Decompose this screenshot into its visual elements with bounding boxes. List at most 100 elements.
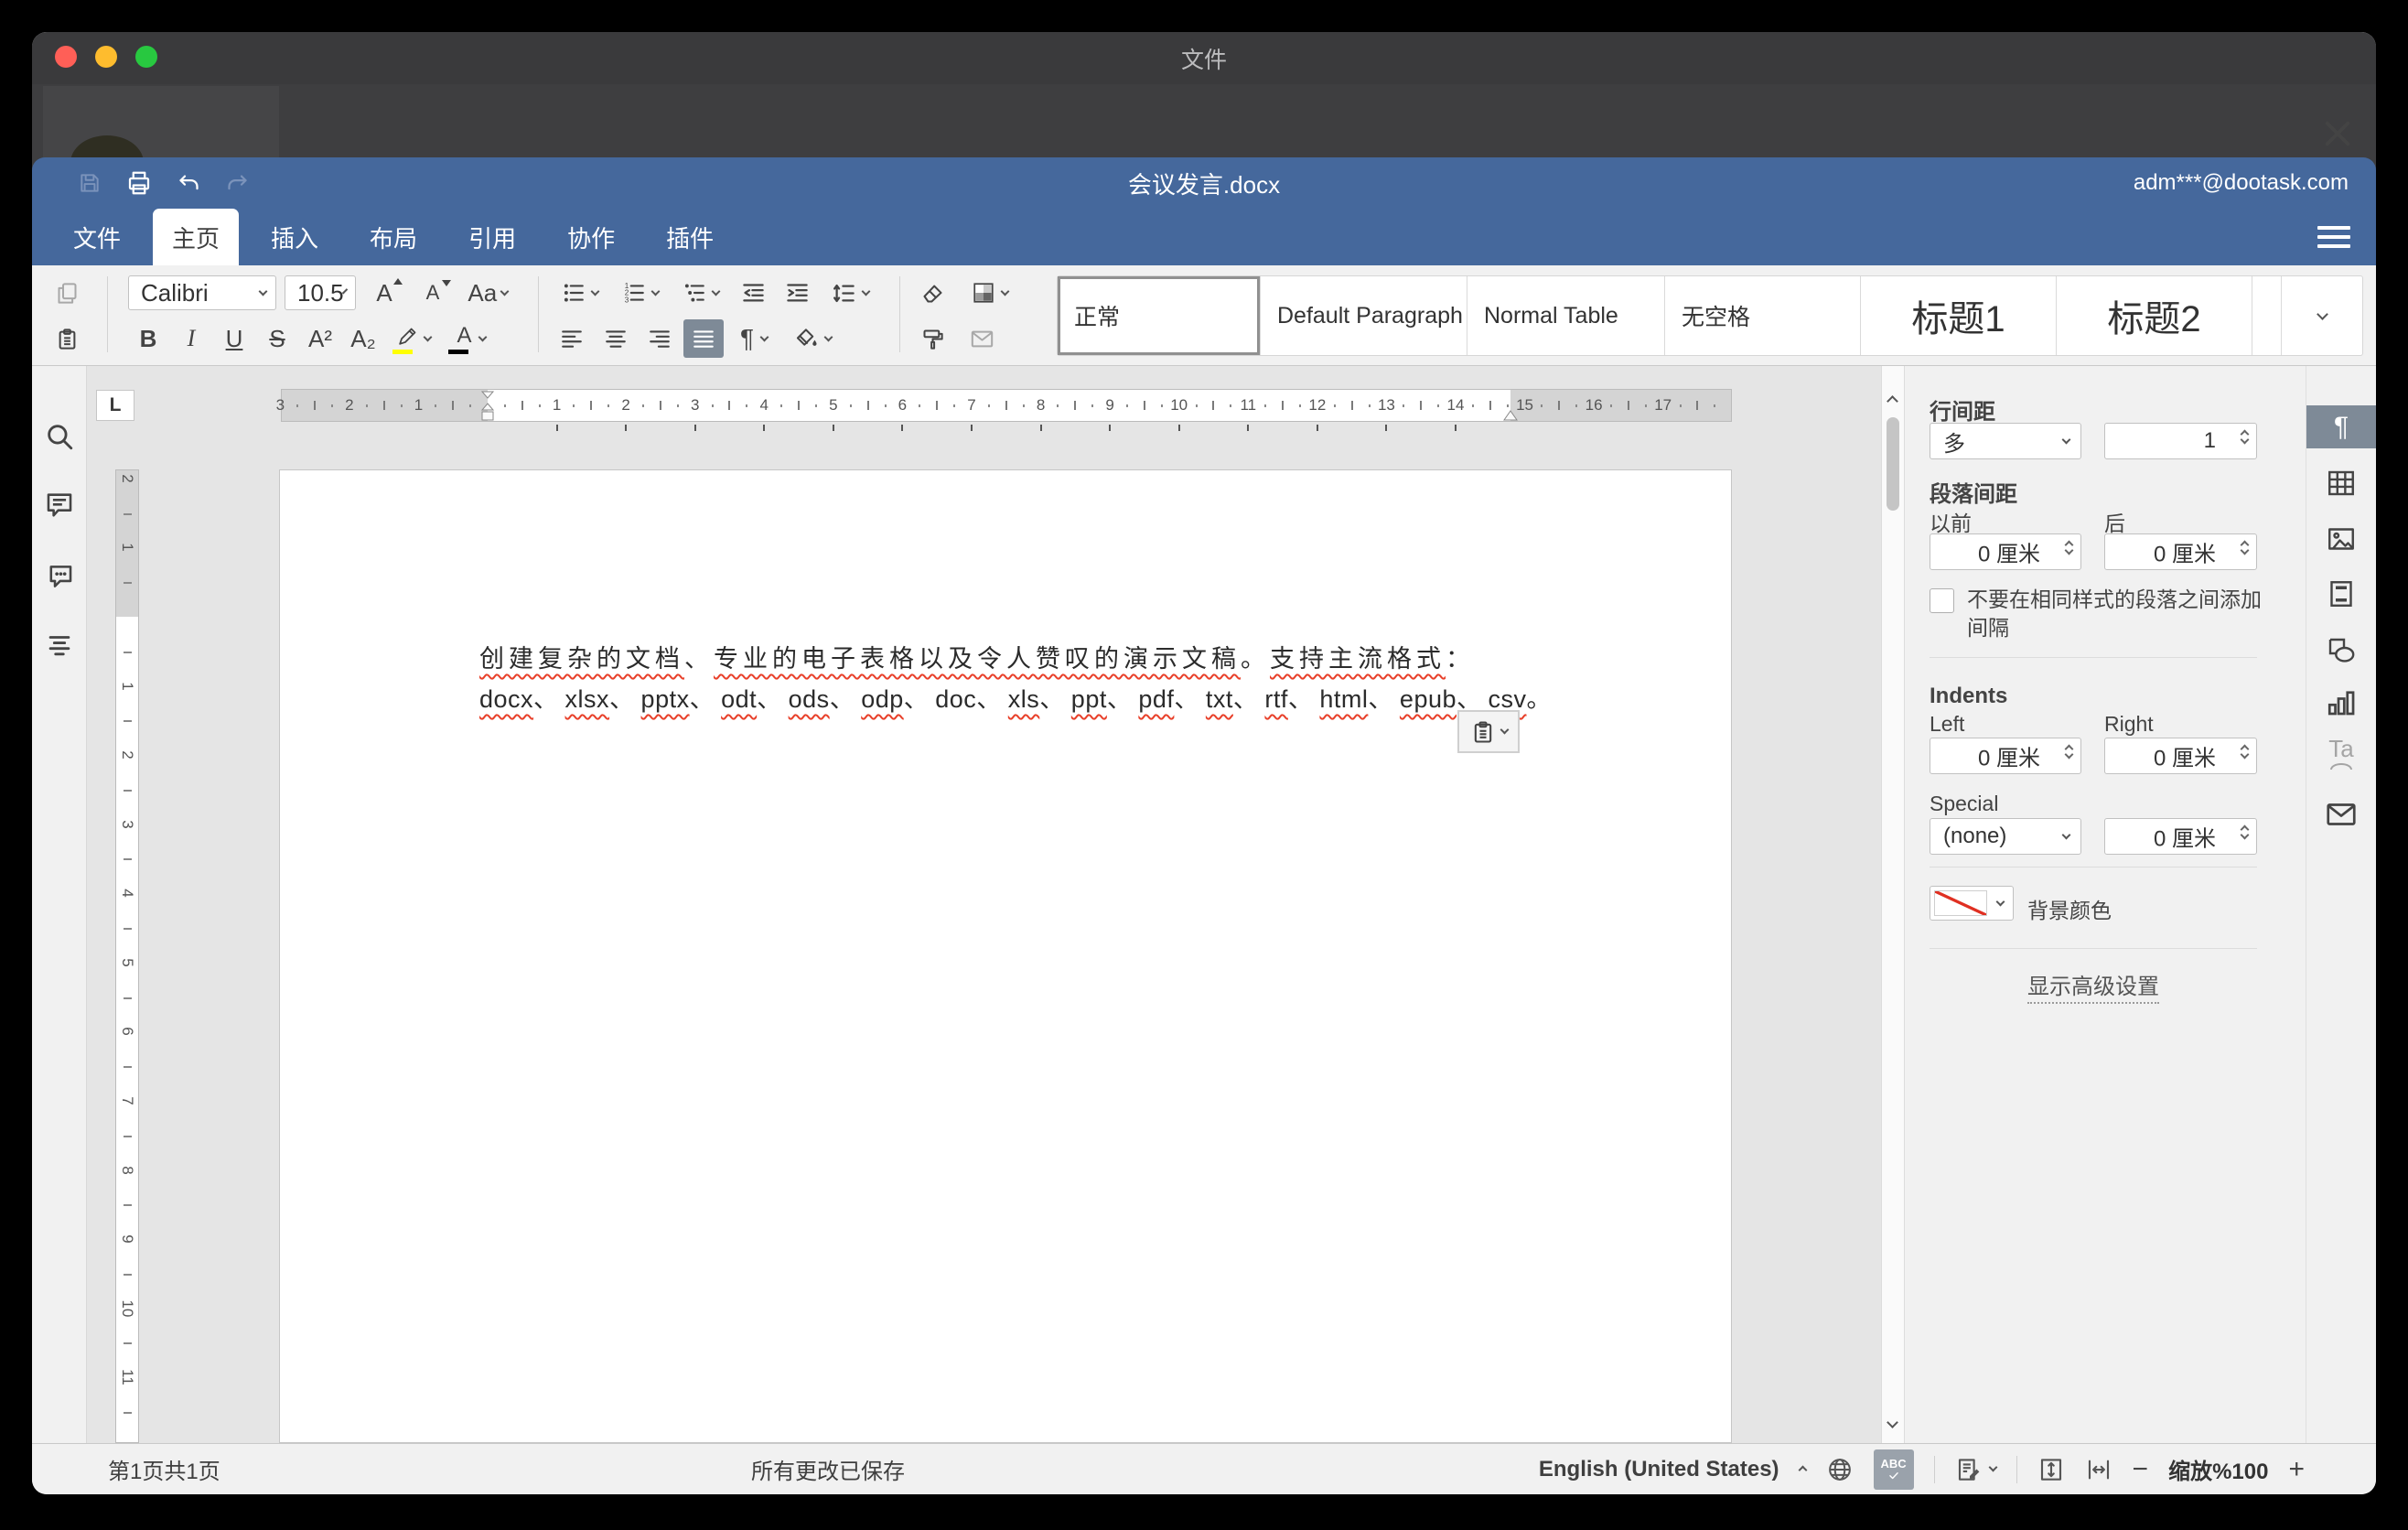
style-item[interactable]: 标题1 [1861, 276, 2057, 355]
decrease-font-button[interactable]: A [413, 274, 453, 312]
spacing-after-stepper[interactable]: 0 厘米 [2104, 533, 2257, 570]
zoom-level[interactable]: 缩放%100 [2168, 1453, 2268, 1485]
fit-width-icon[interactable] [2085, 1456, 2112, 1483]
superscript-button[interactable]: A² [300, 319, 340, 358]
line-spacing-value-stepper[interactable]: 1 [2104, 423, 2257, 459]
background-color-picker[interactable] [1930, 886, 2014, 921]
style-item[interactable]: 标题2 [2057, 276, 2252, 355]
stepper-arrows[interactable] [2241, 538, 2248, 554]
bold-button[interactable]: B [128, 319, 168, 358]
indent-right-stepper[interactable]: 0 厘米 [2104, 738, 2257, 774]
image-settings-icon[interactable] [2325, 523, 2358, 555]
special-select[interactable]: (none) [1930, 818, 2081, 855]
document-page[interactable]: 创建复杂的文档、专业的电子表格以及令人赞叹的演示文稿。支持主流格式： docx、… [279, 469, 1732, 1443]
scroll-down-icon[interactable] [1887, 1417, 1898, 1428]
align-left-button[interactable] [552, 319, 592, 358]
align-justify-button[interactable] [683, 319, 724, 358]
save-icon[interactable] [78, 171, 102, 195]
search-icon[interactable] [44, 421, 75, 452]
strikeout-button[interactable]: S [257, 319, 297, 358]
align-right-button[interactable] [640, 319, 680, 358]
page-number-status[interactable]: 第1页共1页 [108, 1444, 220, 1494]
special-amount-stepper[interactable]: 0 厘米 [2104, 818, 2257, 855]
ribbon-tab[interactable]: 主页 [153, 209, 239, 265]
line-spacing-button[interactable] [821, 274, 879, 312]
bullet-list-button[interactable] [552, 274, 608, 312]
fit-page-icon[interactable] [2037, 1456, 2065, 1483]
vertical-scrollbar[interactable] [1881, 366, 1904, 1443]
menu-hamburger-icon[interactable] [2317, 221, 2350, 253]
shape-settings-icon[interactable] [2325, 634, 2358, 667]
navigation-headings-icon[interactable] [44, 630, 75, 661]
indent-marker[interactable] [480, 390, 495, 423]
set-language-globe-icon[interactable] [1826, 1456, 1854, 1483]
tab-selector[interactable]: L [96, 390, 134, 421]
header-footer-settings-icon[interactable] [2325, 577, 2358, 610]
style-item[interactable]: Normal Table [1467, 276, 1665, 355]
track-changes-button[interactable] [1955, 1456, 1996, 1483]
stepper-arrows[interactable] [2066, 538, 2072, 554]
style-item[interactable]: Default Paragraph [1261, 276, 1467, 355]
style-gallery-expand-button[interactable] [2282, 276, 2362, 355]
color-scheme-button[interactable] [962, 274, 1018, 312]
increase-font-button[interactable]: A [364, 274, 404, 312]
comments-icon[interactable] [44, 490, 75, 521]
document-text[interactable]: 创建复杂的文档、专业的电子表格以及令人赞叹的演示文稿。支持主流格式： docx、… [479, 639, 1532, 719]
mail-merge-button[interactable] [962, 319, 1002, 358]
advanced-settings-link[interactable]: 显示高级设置 [1930, 968, 2257, 1000]
zoom-in-button[interactable]: + [2288, 1456, 2305, 1483]
subscript-button[interactable]: A₂ [343, 319, 383, 358]
multilevel-list-button[interactable] [672, 274, 729, 312]
align-center-button[interactable] [596, 319, 636, 358]
indent-left-stepper[interactable]: 0 厘米 [1930, 738, 2081, 774]
spellcheck-toggle[interactable]: ABC [1874, 1449, 1914, 1490]
mail-merge-settings-icon[interactable] [2325, 798, 2358, 831]
underline-button[interactable]: U [214, 319, 254, 358]
chat-icon[interactable] [44, 561, 75, 592]
style-item[interactable]: 正常 [1058, 276, 1261, 355]
stepper-arrows[interactable] [2241, 823, 2248, 838]
ribbon-tab[interactable]: 布局 [350, 209, 436, 265]
text-art-settings-icon[interactable]: Ta [2325, 735, 2358, 768]
numbered-list-button[interactable] [612, 274, 669, 312]
spacing-before-stepper[interactable]: 0 厘米 [1930, 533, 2081, 570]
increase-indent-button[interactable] [777, 274, 817, 312]
stepper-arrows[interactable] [2066, 742, 2072, 758]
font-color-button[interactable]: A [444, 319, 499, 358]
italic-button[interactable]: I [171, 319, 211, 358]
ribbon-tab[interactable]: 文件 [54, 209, 140, 265]
paste-button[interactable] [47, 319, 87, 358]
paste-options-button[interactable] [1457, 710, 1520, 753]
decrease-indent-button[interactable] [733, 274, 773, 312]
ribbon-tab[interactable]: 协作 [548, 209, 634, 265]
clear-style-button[interactable] [912, 274, 952, 312]
table-settings-icon[interactable] [2325, 467, 2358, 500]
copy-style-button[interactable] [912, 319, 952, 358]
copy-button[interactable] [47, 274, 87, 312]
print-icon[interactable] [125, 169, 153, 197]
style-item[interactable]: 无空格 [1665, 276, 1861, 355]
v-ruler[interactable]: 211234567891011 [115, 469, 139, 1443]
highlight-color-button[interactable] [386, 319, 441, 358]
chart-settings-icon[interactable] [2325, 686, 2358, 719]
language-selector[interactable]: English (United States) [1539, 1457, 1779, 1482]
ribbon-tab[interactable]: 插入 [252, 209, 338, 265]
font-size-select[interactable]: 10.5 [285, 275, 356, 310]
stepper-arrows[interactable] [2241, 427, 2248, 443]
font-name-select[interactable]: Calibri [128, 275, 276, 310]
ribbon-tab[interactable]: 插件 [647, 209, 733, 265]
h-ruler[interactable]: 3211234567891011121314151617 [281, 389, 1732, 422]
stepper-arrows[interactable] [2241, 742, 2248, 758]
redo-icon[interactable] [225, 171, 250, 196]
paragraph-settings-tab[interactable]: ¶ [2306, 405, 2376, 448]
nonprinting-characters-button[interactable]: ¶ [727, 319, 780, 358]
change-case-button[interactable]: Aa [461, 274, 514, 312]
scrollbar-thumb[interactable] [1887, 417, 1899, 511]
scroll-up-icon[interactable] [1887, 395, 1898, 407]
same-style-checkbox[interactable] [1930, 588, 1954, 613]
line-spacing-mode-select[interactable]: 多 [1930, 423, 2081, 459]
undo-icon[interactable] [177, 171, 201, 196]
shading-button[interactable] [784, 319, 841, 358]
ribbon-tab[interactable]: 引用 [449, 209, 535, 265]
zoom-out-button[interactable]: − [2133, 1456, 2149, 1483]
